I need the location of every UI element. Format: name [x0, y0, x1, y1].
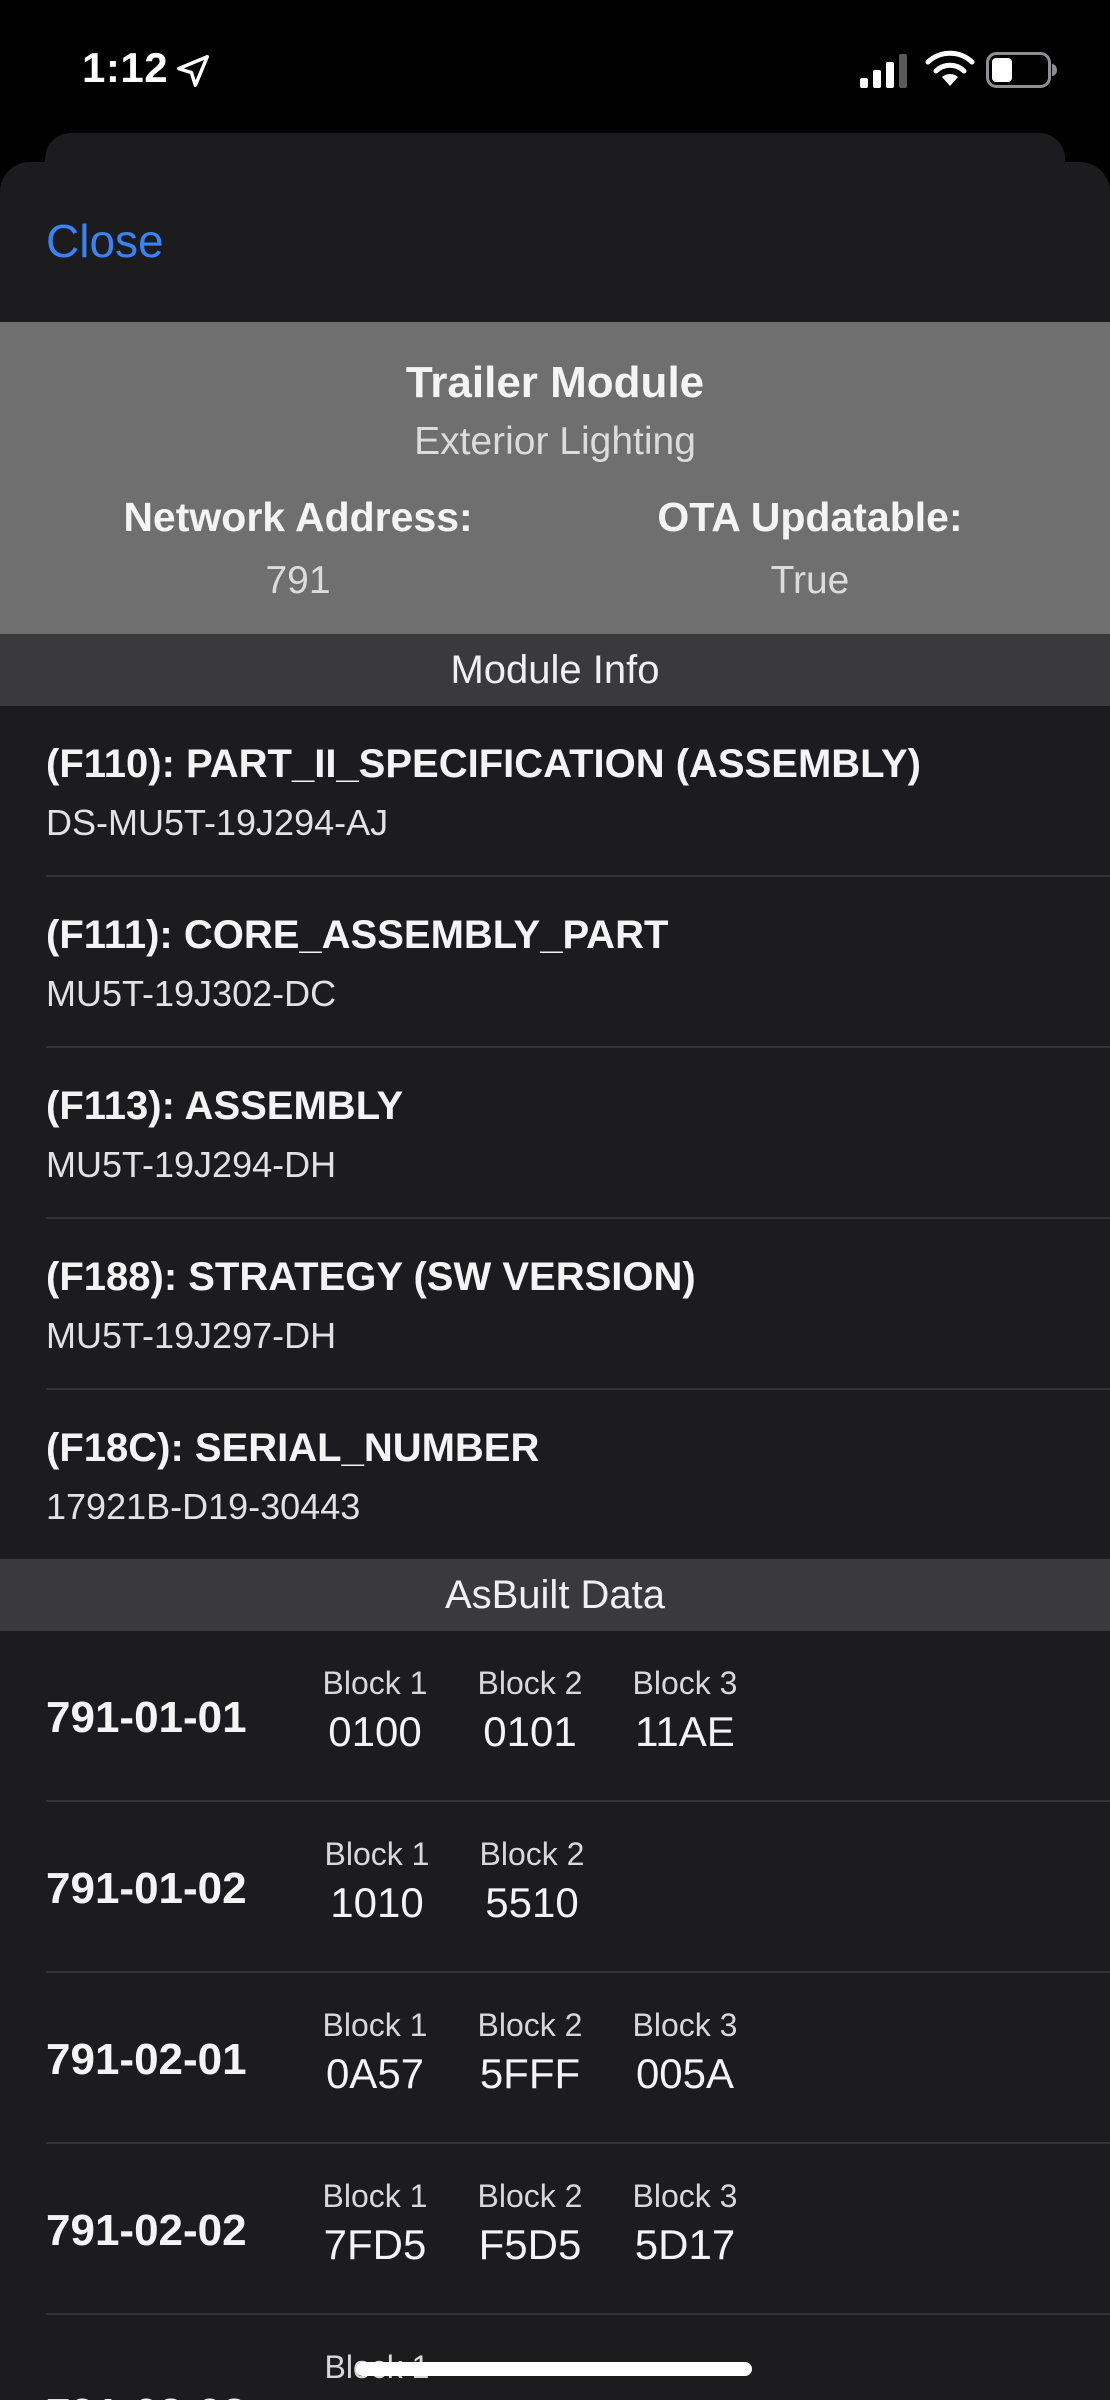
- block-value: 7FD5: [323, 2221, 427, 2268]
- module-title: Trailer Module: [405, 358, 705, 407]
- info-item-title: (F110): PART_II_SPECIFICATION (ASSEMBLY): [46, 742, 921, 786]
- list-item[interactable]: (F188): STRATEGY (SW VERSION) MU5T-19J29…: [0, 1219, 1110, 1390]
- ota-updatable-value: True: [770, 559, 850, 602]
- asbuilt-list: 791-01-01 Block 1 0100 Block 2 0101 Bloc…: [0, 1631, 1110, 2400]
- list-item[interactable]: (F18C): SERIAL_NUMBER 17921B-D19-30443: [0, 1390, 1110, 1561]
- module-detail-sheet: Close Trailer Module Exterior Lighting N…: [0, 162, 1110, 2400]
- info-item-title: (F111): CORE_ASSEMBLY_PART: [46, 913, 669, 957]
- block-label: Block 1: [322, 2178, 428, 2214]
- info-item-value: DS-MU5T-19J294-AJ: [46, 802, 389, 843]
- block-label: Block 2: [477, 1665, 583, 1701]
- network-address-stat: Network Address: 791: [38, 494, 558, 603]
- block-cell: Block 2 F5D5: [455, 2178, 605, 2269]
- block-cell: Block 1 1010: [302, 1836, 452, 1927]
- block-cell: Block 3 005A: [610, 2007, 760, 2098]
- block-value: 5510: [485, 1879, 579, 1926]
- location-arrow-icon: [177, 55, 209, 87]
- list-item[interactable]: (F113): ASSEMBLY MU5T-19J294-DH: [0, 1048, 1110, 1219]
- block-value: 0101: [483, 1708, 577, 1755]
- block-value: 1010: [330, 1879, 424, 1926]
- home-indicator[interactable]: [356, 2362, 752, 2376]
- module-subtitle: Exterior Lighting: [414, 420, 696, 463]
- asbuilt-id: 791-01-02: [46, 1864, 247, 1913]
- table-row[interactable]: 791-02-03 Block 1: [0, 2315, 1110, 2400]
- block-label: Block 1: [322, 2007, 428, 2043]
- block-label: Block 2: [477, 2007, 583, 2043]
- block-label: Block 3: [632, 2178, 738, 2214]
- block-label: Block 3: [632, 2007, 738, 2043]
- list-item[interactable]: (F110): PART_II_SPECIFICATION (ASSEMBLY)…: [0, 706, 1110, 877]
- status-time: 1:12: [82, 44, 169, 91]
- wifi-icon: [925, 50, 975, 86]
- info-item-value: MU5T-19J294-DH: [46, 1144, 337, 1185]
- block-value: 11AE: [635, 1708, 735, 1755]
- table-row[interactable]: 791-02-01 Block 1 0A57 Block 2 5FFF Bloc…: [0, 1973, 1110, 2144]
- info-item-value: 17921B-D19-30443: [46, 1486, 361, 1527]
- battery-icon: [986, 52, 1057, 88]
- table-row[interactable]: 791-02-02 Block 1 7FD5 Block 2 F5D5 Bloc…: [0, 2144, 1110, 2315]
- block-cell: Block 3 5D17: [610, 2178, 760, 2269]
- table-row[interactable]: 791-01-02 Block 1 1010 Block 2 5510: [0, 1802, 1110, 1973]
- section-header-module-info: Module Info: [0, 634, 1110, 706]
- info-item-title: (F188): STRATEGY (SW VERSION): [46, 1255, 696, 1299]
- block-cell: Block 2 0101: [455, 1665, 605, 1756]
- block-value: F5D5: [478, 2221, 582, 2268]
- block-cell: Block 3 11AE: [610, 1665, 760, 1756]
- block-cell: Block 1 7FD5: [300, 2178, 450, 2269]
- block-value: 0A57: [325, 2050, 425, 2097]
- block-value: 5FFF: [479, 2050, 581, 2097]
- ota-updatable-label: OTA Updatable:: [657, 494, 963, 540]
- asbuilt-id: 791-01-01: [46, 1693, 247, 1742]
- ota-updatable-stat: OTA Updatable: True: [550, 494, 1070, 603]
- info-item-title: (F18C): SERIAL_NUMBER: [46, 1426, 540, 1470]
- block-label: Block 2: [479, 1836, 585, 1872]
- module-header: Trailer Module Exterior Lighting Network…: [0, 322, 1110, 634]
- block-label: Block 1: [324, 1836, 430, 1872]
- block-cell: Block 1 0100: [300, 1665, 450, 1756]
- block-cell: Block 2 5FFF: [455, 2007, 605, 2098]
- info-item-title: (F113): ASSEMBLY: [46, 1084, 404, 1128]
- block-label: Block 2: [477, 2178, 583, 2214]
- module-info-list: (F110): PART_II_SPECIFICATION (ASSEMBLY)…: [0, 706, 1110, 1561]
- info-item-value: MU5T-19J302-DC: [46, 973, 337, 1014]
- asbuilt-id: 791-02-02: [46, 2206, 247, 2255]
- table-row[interactable]: 791-01-01 Block 1 0100 Block 2 0101 Bloc…: [0, 1631, 1110, 1802]
- close-button[interactable]: Close: [46, 214, 164, 268]
- block-value: 5D17: [634, 2221, 736, 2268]
- block-cell: Block 1 0A57: [300, 2007, 450, 2098]
- cellular-signal-icon: [860, 54, 907, 88]
- block-value: 0100: [328, 1708, 422, 1755]
- nav-bar: Close: [0, 162, 1110, 322]
- block-value: 005A: [635, 2050, 735, 2097]
- section-header-asbuilt: AsBuilt Data: [0, 1559, 1110, 1631]
- status-bar: 1:12: [0, 0, 1110, 135]
- asbuilt-id: 791-02-01: [46, 2035, 247, 2084]
- block-label: Block 1: [322, 1665, 428, 1701]
- network-address-value: 791: [265, 559, 331, 602]
- info-item-value: MU5T-19J297-DH: [46, 1315, 337, 1356]
- block-label: Block 3: [632, 1665, 738, 1701]
- network-address-label: Network Address:: [123, 494, 473, 540]
- block-cell: Block 2 5510: [457, 1836, 607, 1927]
- list-item[interactable]: (F111): CORE_ASSEMBLY_PART MU5T-19J302-D…: [0, 877, 1110, 1048]
- asbuilt-id: 791-02-03: [46, 2390, 247, 2400]
